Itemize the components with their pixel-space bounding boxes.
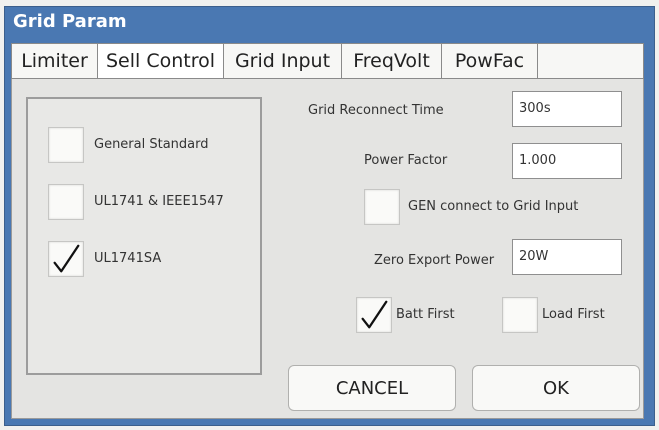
zero-export-power-input[interactable]: 20W bbox=[512, 239, 622, 275]
checkmark-icon bbox=[53, 244, 80, 273]
tab-grid-input[interactable]: Grid Input bbox=[224, 44, 342, 78]
grid-param-window: Grid Param Limiter Sell Control Grid Inp… bbox=[4, 6, 655, 426]
power-factor-input[interactable]: 1.000 bbox=[512, 143, 622, 179]
load-first-checkbox[interactable] bbox=[502, 297, 538, 333]
ok-button[interactable]: OK bbox=[472, 365, 640, 411]
grid-reconnect-time-input[interactable]: 300s bbox=[512, 91, 622, 127]
general-standard-checkbox[interactable] bbox=[48, 127, 84, 163]
ul1741-ieee1547-checkbox[interactable] bbox=[48, 184, 84, 220]
gen-connect-label: GEN connect to Grid Input bbox=[408, 199, 579, 214]
tab-freqvolt[interactable]: FreqVolt bbox=[342, 44, 442, 78]
ul1741-ieee1547-label: UL1741 & IEEE1547 bbox=[94, 194, 224, 209]
batt-first-label: Batt First bbox=[396, 307, 455, 322]
general-standard-label: General Standard bbox=[94, 137, 209, 152]
tab-limiter[interactable]: Limiter bbox=[12, 44, 98, 78]
cancel-button[interactable]: CANCEL bbox=[288, 365, 456, 411]
zero-export-power-label: Zero Export Power bbox=[374, 253, 495, 268]
load-first-label: Load First bbox=[542, 307, 605, 322]
tab-strip: Limiter Sell Control Grid Input FreqVolt… bbox=[11, 43, 644, 79]
standard-group: General Standard UL1741 & IEEE1547 UL174… bbox=[26, 97, 262, 375]
tab-powfac[interactable]: PowFac bbox=[442, 44, 538, 78]
ul1741sa-checkbox[interactable] bbox=[48, 241, 84, 277]
window-title: Grid Param bbox=[13, 11, 127, 32]
tab-sell-control[interactable]: Sell Control bbox=[98, 44, 224, 78]
grid-reconnect-time-label: Grid Reconnect Time bbox=[308, 103, 444, 118]
sell-control-panel: General Standard UL1741 & IEEE1547 UL174… bbox=[11, 79, 644, 419]
ul1741sa-label: UL1741SA bbox=[94, 251, 162, 266]
batt-first-checkbox[interactable] bbox=[356, 297, 392, 333]
checkmark-icon bbox=[361, 300, 388, 329]
gen-connect-checkbox[interactable] bbox=[364, 189, 400, 225]
power-factor-label: Power Factor bbox=[364, 153, 448, 168]
